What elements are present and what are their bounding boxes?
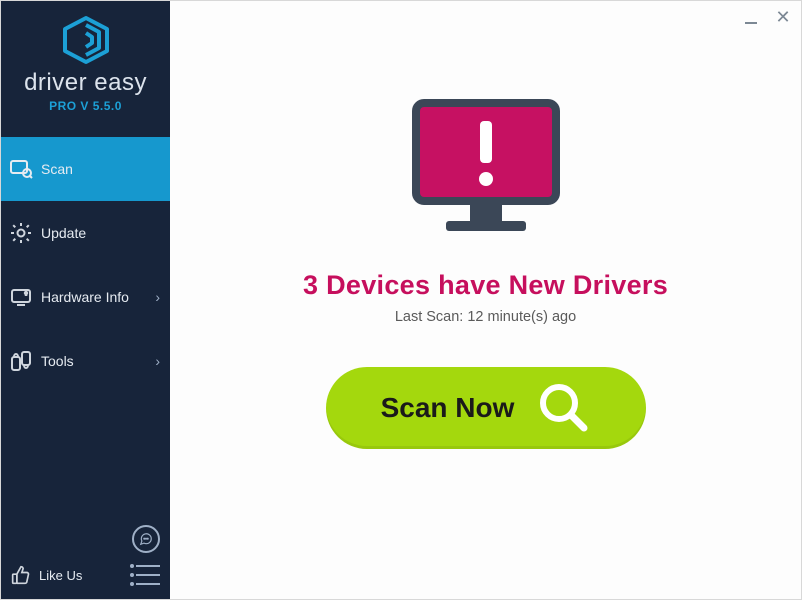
gear-icon [9,221,33,245]
like-us-label: Like Us [39,568,82,583]
sidebar-item-label: Tools [41,353,155,369]
headline: 3 Devices have New Drivers [303,270,668,301]
main-panel: ✕ 3 Devices have New Drivers Last Scan: … [170,1,801,599]
scan-icon [9,157,33,181]
tools-icon [9,349,33,373]
chevron-right-icon: › [155,353,160,369]
last-scan-label: Last Scan: 12 minute(s) ago [395,309,576,325]
svg-text:i: i [25,291,26,296]
logo-block: driver easy PRO V 5.5.0 [1,1,170,121]
thumbs-up-icon [9,563,33,587]
alert-monitor-icon [410,99,562,244]
logo-icon [1,15,170,65]
sidebar-item-hardware-info[interactable]: i Hardware Info › [1,265,170,329]
chevron-right-icon: › [155,289,160,305]
sidebar-item-label: Update [41,225,160,241]
scan-now-label: Scan Now [381,392,515,424]
scan-now-button[interactable]: Scan Now [326,367,646,449]
search-icon [536,380,590,437]
sidebar: driver easy PRO V 5.5.0 Scan Update [1,1,170,599]
minimize-button[interactable] [741,7,761,27]
sidebar-item-label: Scan [41,161,160,177]
feedback-icon[interactable] [132,525,160,553]
like-us-button[interactable]: Like Us [9,563,82,587]
window-controls: ✕ [741,7,793,27]
sidebar-item-tools[interactable]: Tools › [1,329,170,393]
sidebar-item-label: Hardware Info [41,289,155,305]
sidebar-item-update[interactable]: Update [1,201,170,265]
menu-icon[interactable] [136,565,160,585]
brand-name: driver easy [1,69,170,97]
sidebar-nav: Scan Update i Hardware Info › [1,137,170,393]
sidebar-item-scan[interactable]: Scan [1,137,170,201]
version-label: PRO V 5.5.0 [1,99,170,113]
close-button[interactable]: ✕ [773,7,793,27]
sidebar-bottom: Like Us [1,517,170,599]
hardware-icon: i [9,285,33,309]
